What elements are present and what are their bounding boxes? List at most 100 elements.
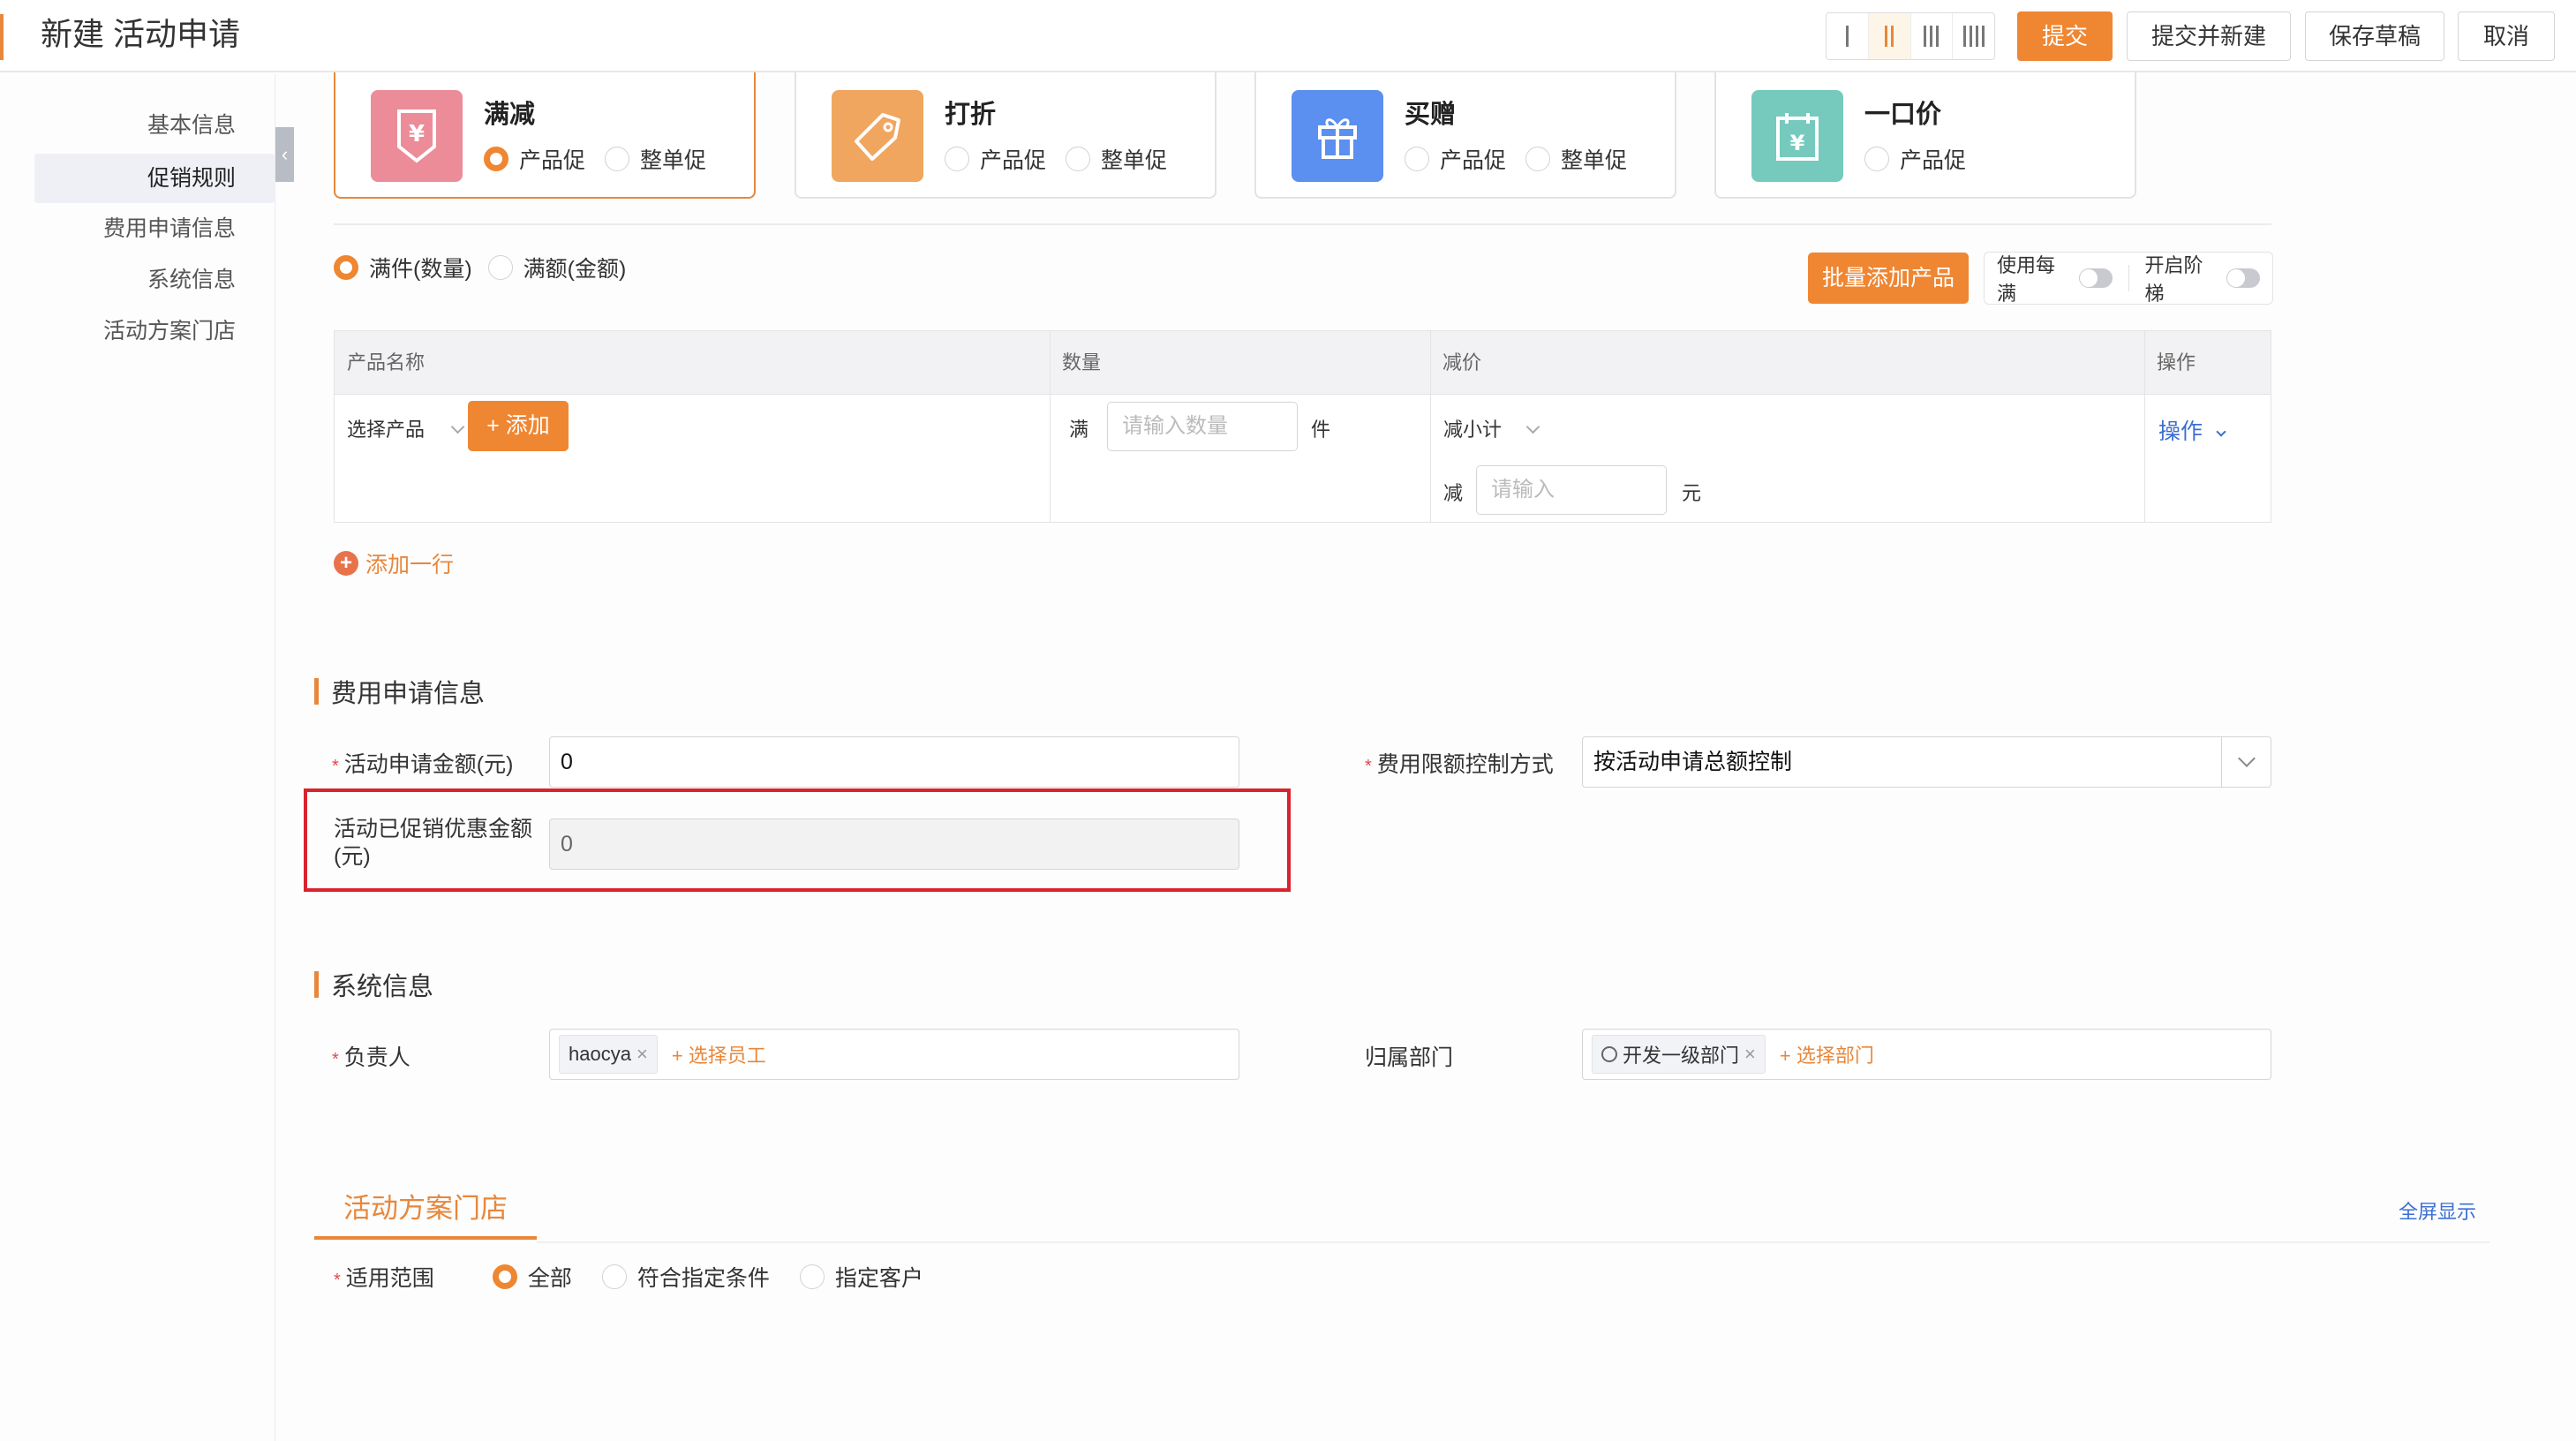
layout-4-column[interactable]: [1953, 13, 1994, 59]
radio-order-promo[interactable]: 整单促: [1525, 143, 1627, 175]
chevron-down-icon: [2237, 750, 2256, 767]
radio-by-quantity[interactable]: 满件(数量): [334, 252, 472, 283]
per-threshold-switch[interactable]: [2078, 268, 2113, 288]
apply-amount-input[interactable]: 0: [549, 736, 1239, 788]
remove-tag-icon[interactable]: ×: [636, 1043, 648, 1066]
radio-scope-condition[interactable]: 符合指定条件: [601, 1261, 770, 1293]
layout-2-column[interactable]: [1868, 13, 1911, 59]
chevron-down-icon: [1525, 419, 1540, 434]
tag-icon: [832, 90, 923, 182]
add-row-button[interactable]: + 添加一行: [334, 547, 454, 579]
sidebar-collapse-button[interactable]: ‹: [275, 127, 294, 182]
sidebar-item-system-info[interactable]: 系统信息: [147, 255, 236, 305]
product-select[interactable]: 选择产品: [347, 414, 465, 442]
sidebar-item-promo-rules[interactable]: 促销规则: [147, 154, 236, 203]
radio-product-promo[interactable]: 产品促: [484, 143, 585, 175]
promo-card-buy-gift[interactable]: 买赠 产品促 整单促: [1254, 72, 1676, 199]
radio-product-promo[interactable]: 产品促: [1864, 143, 1966, 175]
discount-amount-input[interactable]: 请输入: [1476, 465, 1667, 515]
fee-control-select[interactable]: 按活动申请总额控制: [1582, 736, 2271, 788]
radio-label: 全部: [527, 1266, 572, 1291]
toggle-divider: [2128, 265, 2129, 291]
discount-type-label: 减小计: [1443, 419, 1503, 441]
promo-card-discount[interactable]: 打折 产品促 整单促: [795, 72, 1216, 199]
fullscreen-link[interactable]: 全屏显示: [2399, 1196, 2476, 1225]
section-title-fee: 费用申请信息: [314, 673, 485, 710]
cancel-button[interactable]: 取消: [2458, 11, 2555, 61]
radio-label: 产品促: [1900, 148, 1967, 173]
radio-label: 符合指定条件: [636, 1266, 770, 1291]
department-tag: 开发一级部门 ×: [1592, 1035, 1766, 1074]
svg-text:¥: ¥: [1790, 131, 1805, 155]
qty-suffix: 件: [1311, 419, 1331, 441]
layout-1-column[interactable]: [1827, 13, 1869, 59]
column-header-discount: 减价: [1442, 351, 1482, 373]
chevron-down-icon: [450, 419, 465, 434]
owner-tag-text: haocya: [569, 1043, 631, 1065]
radio-label: 满额(金额): [523, 257, 627, 282]
department-label: 归属部门: [1365, 1045, 1454, 1070]
submit-and-new-button[interactable]: 提交并新建: [2127, 11, 2291, 61]
radio-label: 满件(数量): [369, 257, 472, 282]
tiered-switch[interactable]: [2226, 268, 2260, 288]
fee-control-value: 按活动申请总额控制: [1593, 750, 1793, 774]
promo-card-title: 满减: [484, 101, 536, 129]
owner-picker[interactable]: haocya × + 选择员工: [549, 1029, 1239, 1080]
save-draft-button[interactable]: 保存草稿: [2305, 11, 2444, 61]
section-title-text: 系统信息: [331, 973, 434, 1001]
column-header-quantity: 数量: [1062, 351, 1102, 373]
plus-circle-icon: +: [334, 551, 358, 576]
radio-order-promo[interactable]: 整单促: [1066, 143, 1167, 175]
scope-row: * 适用范围 全部 符合指定条件 指定客户: [334, 1261, 923, 1293]
promo-card-fixed-price[interactable]: ¥ 一口价 产品促: [1714, 72, 2136, 199]
owner-label: * 负责人: [332, 1045, 411, 1070]
select-employee-link[interactable]: + 选择员工: [672, 1040, 766, 1068]
section-accent-bar: [314, 678, 319, 705]
toggle-label-tiered: 开启阶梯: [2144, 254, 2203, 305]
radio-order-promo[interactable]: 整单促: [605, 143, 706, 175]
sidebar-item-fee-info[interactable]: 费用申请信息: [103, 204, 236, 253]
column-header-product: 产品名称: [347, 351, 426, 373]
owner-tag: haocya ×: [559, 1035, 658, 1074]
yen-down-icon: ¥: [371, 90, 463, 182]
layout-3-column[interactable]: [1911, 13, 1954, 59]
radio-label: 整单促: [1561, 148, 1628, 173]
radio-label: 整单促: [640, 148, 707, 173]
radio-label: 整单促: [1101, 148, 1168, 173]
section-title-system: 系统信息: [314, 966, 433, 1003]
rule-table: 产品名称 数量 减价 操作 选择产品 满 请输入数量 件 减小计 减 请输入 元…: [334, 330, 2271, 523]
calendar-yen-icon: ¥: [1751, 90, 1843, 182]
row-action-label: 操作: [2158, 419, 2203, 444]
quantity-input[interactable]: 请输入数量: [1107, 402, 1298, 451]
section-accent-bar: [314, 971, 319, 998]
submit-button[interactable]: 提交: [2017, 11, 2113, 61]
rule-toggles: 使用每满 开启阶梯: [1984, 252, 2273, 305]
batch-add-products-button[interactable]: 批量添加产品: [1808, 253, 1969, 304]
fee-control-label: * 费用限额控制方式: [1365, 752, 1554, 777]
department-picker[interactable]: 开发一级部门 × + 选择部门: [1582, 1029, 2271, 1080]
qty-prefix: 满: [1069, 419, 1089, 441]
radio-label: 产品促: [980, 148, 1047, 173]
promo-card-title: 买赠: [1405, 101, 1457, 129]
promo-card-title: 一口价: [1864, 101, 1942, 129]
discount-type-select[interactable]: 减小计: [1443, 414, 1540, 442]
radio-product-promo[interactable]: 产品促: [1405, 143, 1506, 175]
radio-label: 产品促: [1440, 148, 1507, 173]
radio-scope-customers[interactable]: 指定客户: [799, 1261, 923, 1293]
row-action-dropdown[interactable]: 操作: [2158, 414, 2226, 446]
sidebar-item-stores[interactable]: 活动方案门店: [103, 306, 236, 356]
radio-by-amount[interactable]: 满额(金额): [487, 252, 627, 283]
remove-tag-icon[interactable]: ×: [1744, 1043, 1756, 1066]
section-nav-sidebar: 基本信息 促销规则 费用申请信息 系统信息 活动方案门店: [0, 74, 275, 1441]
discount-suffix: 元: [1682, 482, 1702, 504]
radio-scope-all[interactable]: 全部: [492, 1261, 572, 1293]
promo-card-full-reduction[interactable]: ¥ 满减 产品促 整单促: [334, 72, 756, 199]
add-product-button[interactable]: + 添加: [468, 401, 569, 451]
tab-baseline: [537, 1241, 2489, 1243]
chevron-left-icon: ‹: [281, 143, 289, 165]
svg-text:¥: ¥: [409, 121, 425, 147]
tab-activity-stores[interactable]: 活动方案门店: [314, 1187, 537, 1240]
sidebar-item-basic-info[interactable]: 基本信息: [147, 101, 236, 150]
radio-product-promo[interactable]: 产品促: [945, 143, 1046, 175]
select-department-link[interactable]: + 选择部门: [1780, 1040, 1874, 1068]
